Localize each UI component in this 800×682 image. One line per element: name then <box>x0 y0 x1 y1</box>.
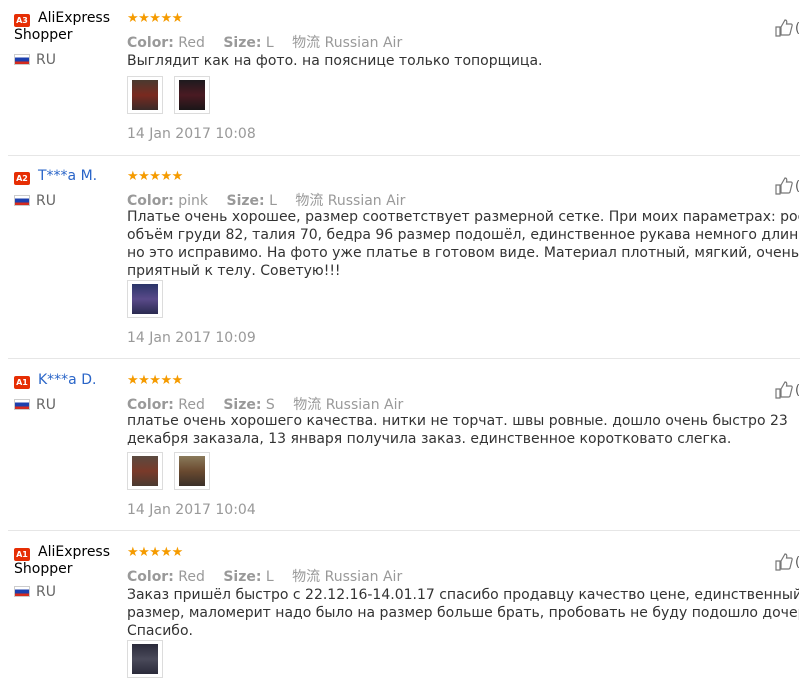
like-button[interactable]: ( <box>774 18 800 38</box>
product-attributes: Color: Red Size: L 物流 Russian Air <box>127 566 402 586</box>
review-item: A3 AliExpress Shopper RU ★★★★★ Color: Re… <box>0 10 800 156</box>
buyer-country: RU <box>14 397 56 413</box>
review-divider <box>8 530 800 531</box>
buyer-country: RU <box>14 52 56 68</box>
review-text-line: объём груди 82, талия 70, бедра 96 разме… <box>127 227 799 243</box>
russia-flag-icon <box>14 586 30 597</box>
russia-flag-icon <box>14 195 30 206</box>
shipping-label: 物流 <box>292 35 321 51</box>
review-photos <box>127 640 169 682</box>
buyer-name[interactable]: T***a M. <box>14 168 114 185</box>
color-value: Red <box>178 569 205 585</box>
review-date: 14 Jan 2017 10:08 <box>127 126 256 142</box>
shipping-value: Russian Air <box>324 35 403 51</box>
buyer-name: AliExpress Shopper <box>14 10 111 43</box>
size-label: Size: <box>223 569 262 585</box>
review-date: 14 Jan 2017 10:09 <box>127 330 256 346</box>
review-photo-thumbnail[interactable] <box>174 76 211 114</box>
review-photo-thumbnail[interactable] <box>127 76 163 114</box>
color-value: pink <box>178 193 209 209</box>
review-divider <box>8 358 800 359</box>
shipping-value: Russian Air <box>327 193 406 209</box>
review-text: Заказ пришёл быстро с 22.12.16-14.01.17 … <box>127 586 799 640</box>
size-label: Size: <box>226 193 265 209</box>
size-value: L <box>265 569 274 585</box>
buyer-country: RU <box>14 193 56 209</box>
size-label: Size: <box>223 397 262 413</box>
review-text-line: но это исправимо. На фото уже платье в г… <box>127 245 799 261</box>
like-button[interactable]: ( <box>774 176 800 196</box>
svg-text:(: ( <box>795 555 800 570</box>
review-photo-thumbnail[interactable] <box>127 280 163 318</box>
buyer-name[interactable]: K***a D. <box>14 372 114 389</box>
size-value: S <box>265 397 275 413</box>
country-code: RU <box>36 584 56 600</box>
review-photos <box>127 76 216 118</box>
rating-stars: ★★★★★ <box>127 545 183 560</box>
color-value: Red <box>178 397 205 413</box>
review-text-line: Заказ пришёл быстро с 22.12.16-14.01.17 … <box>127 587 799 603</box>
svg-text:(: ( <box>795 383 800 398</box>
shipping-label: 物流 <box>292 569 321 585</box>
review-item: A2 T***a M. RU ★★★★★ Color: pink Size: L… <box>0 168 800 358</box>
product-attributes: Color: pink Size: L 物流 Russian Air <box>127 190 405 210</box>
thumbs-up-icon: ( <box>775 381 800 399</box>
rating-stars: ★★★★★ <box>127 11 183 26</box>
rating-stars: ★★★★★ <box>127 373 183 388</box>
review-date: 14 Jan 2017 10:04 <box>127 502 256 518</box>
product-attributes: Color: Red Size: S 物流 Russian Air <box>127 394 403 414</box>
review-item: A1 K***a D. RU ★★★★★ Color: Red Size: S … <box>0 372 800 532</box>
country-code: RU <box>36 397 56 413</box>
review-text: Выглядит как на фото. на пояснице только… <box>127 52 799 70</box>
review-text-line: декабря заказала, 13 января получила зак… <box>127 431 732 447</box>
russia-flag-icon <box>14 399 30 410</box>
svg-text:(: ( <box>795 179 800 194</box>
color-label: Color: <box>127 35 174 51</box>
buyer-country: RU <box>14 584 56 600</box>
review-photo-thumbnail[interactable] <box>127 640 163 678</box>
review-text-line: Спасибо. <box>127 623 193 639</box>
thumbs-up-icon: ( <box>775 177 800 195</box>
color-label: Color: <box>127 193 174 209</box>
size-value: L <box>269 193 277 209</box>
review-photo-thumbnail[interactable] <box>174 452 211 490</box>
review-item: A1 AliExpress Shopper RU ★★★★★ Color: Re… <box>0 544 800 678</box>
review-text-line: приятный к телу. Советую!!! <box>127 263 341 279</box>
review-divider <box>8 155 800 156</box>
svg-text:(: ( <box>795 21 800 36</box>
like-button[interactable]: ( <box>774 380 800 400</box>
size-value: L <box>265 35 274 51</box>
color-label: Color: <box>127 397 174 413</box>
like-button[interactable]: ( <box>774 552 800 572</box>
country-code: RU <box>36 193 56 209</box>
review-text: Платье очень хорошее, размер соответству… <box>127 208 799 280</box>
russia-flag-icon <box>14 54 30 65</box>
thumbs-up-icon: ( <box>775 19 800 37</box>
review-text-line: Платье очень хорошее, размер соответству… <box>127 209 799 225</box>
review-photo-thumbnail[interactable] <box>127 452 163 490</box>
shipping-label: 物流 <box>295 193 324 209</box>
color-value: Red <box>178 35 205 51</box>
shipping-value: Russian Air <box>324 569 403 585</box>
thumbs-up-icon: ( <box>775 553 800 571</box>
country-code: RU <box>36 52 56 68</box>
color-label: Color: <box>127 569 174 585</box>
size-label: Size: <box>223 35 262 51</box>
shipping-value: Russian Air <box>325 397 404 413</box>
review-photos <box>127 280 169 322</box>
review-text-line: платье очень хорошего качества. нитки не… <box>127 413 788 429</box>
review-text-line: размер, маломерит надо было на размер бо… <box>127 605 799 621</box>
rating-stars: ★★★★★ <box>127 169 183 184</box>
review-photos <box>127 452 216 494</box>
review-text-line: Выглядит как на фото. на пояснице только… <box>127 53 543 69</box>
product-attributes: Color: Red Size: L 物流 Russian Air <box>127 32 402 52</box>
review-text: платье очень хорошего качества. нитки не… <box>127 412 799 448</box>
buyer-name: AliExpress Shopper <box>14 544 111 577</box>
shipping-label: 物流 <box>293 397 322 413</box>
